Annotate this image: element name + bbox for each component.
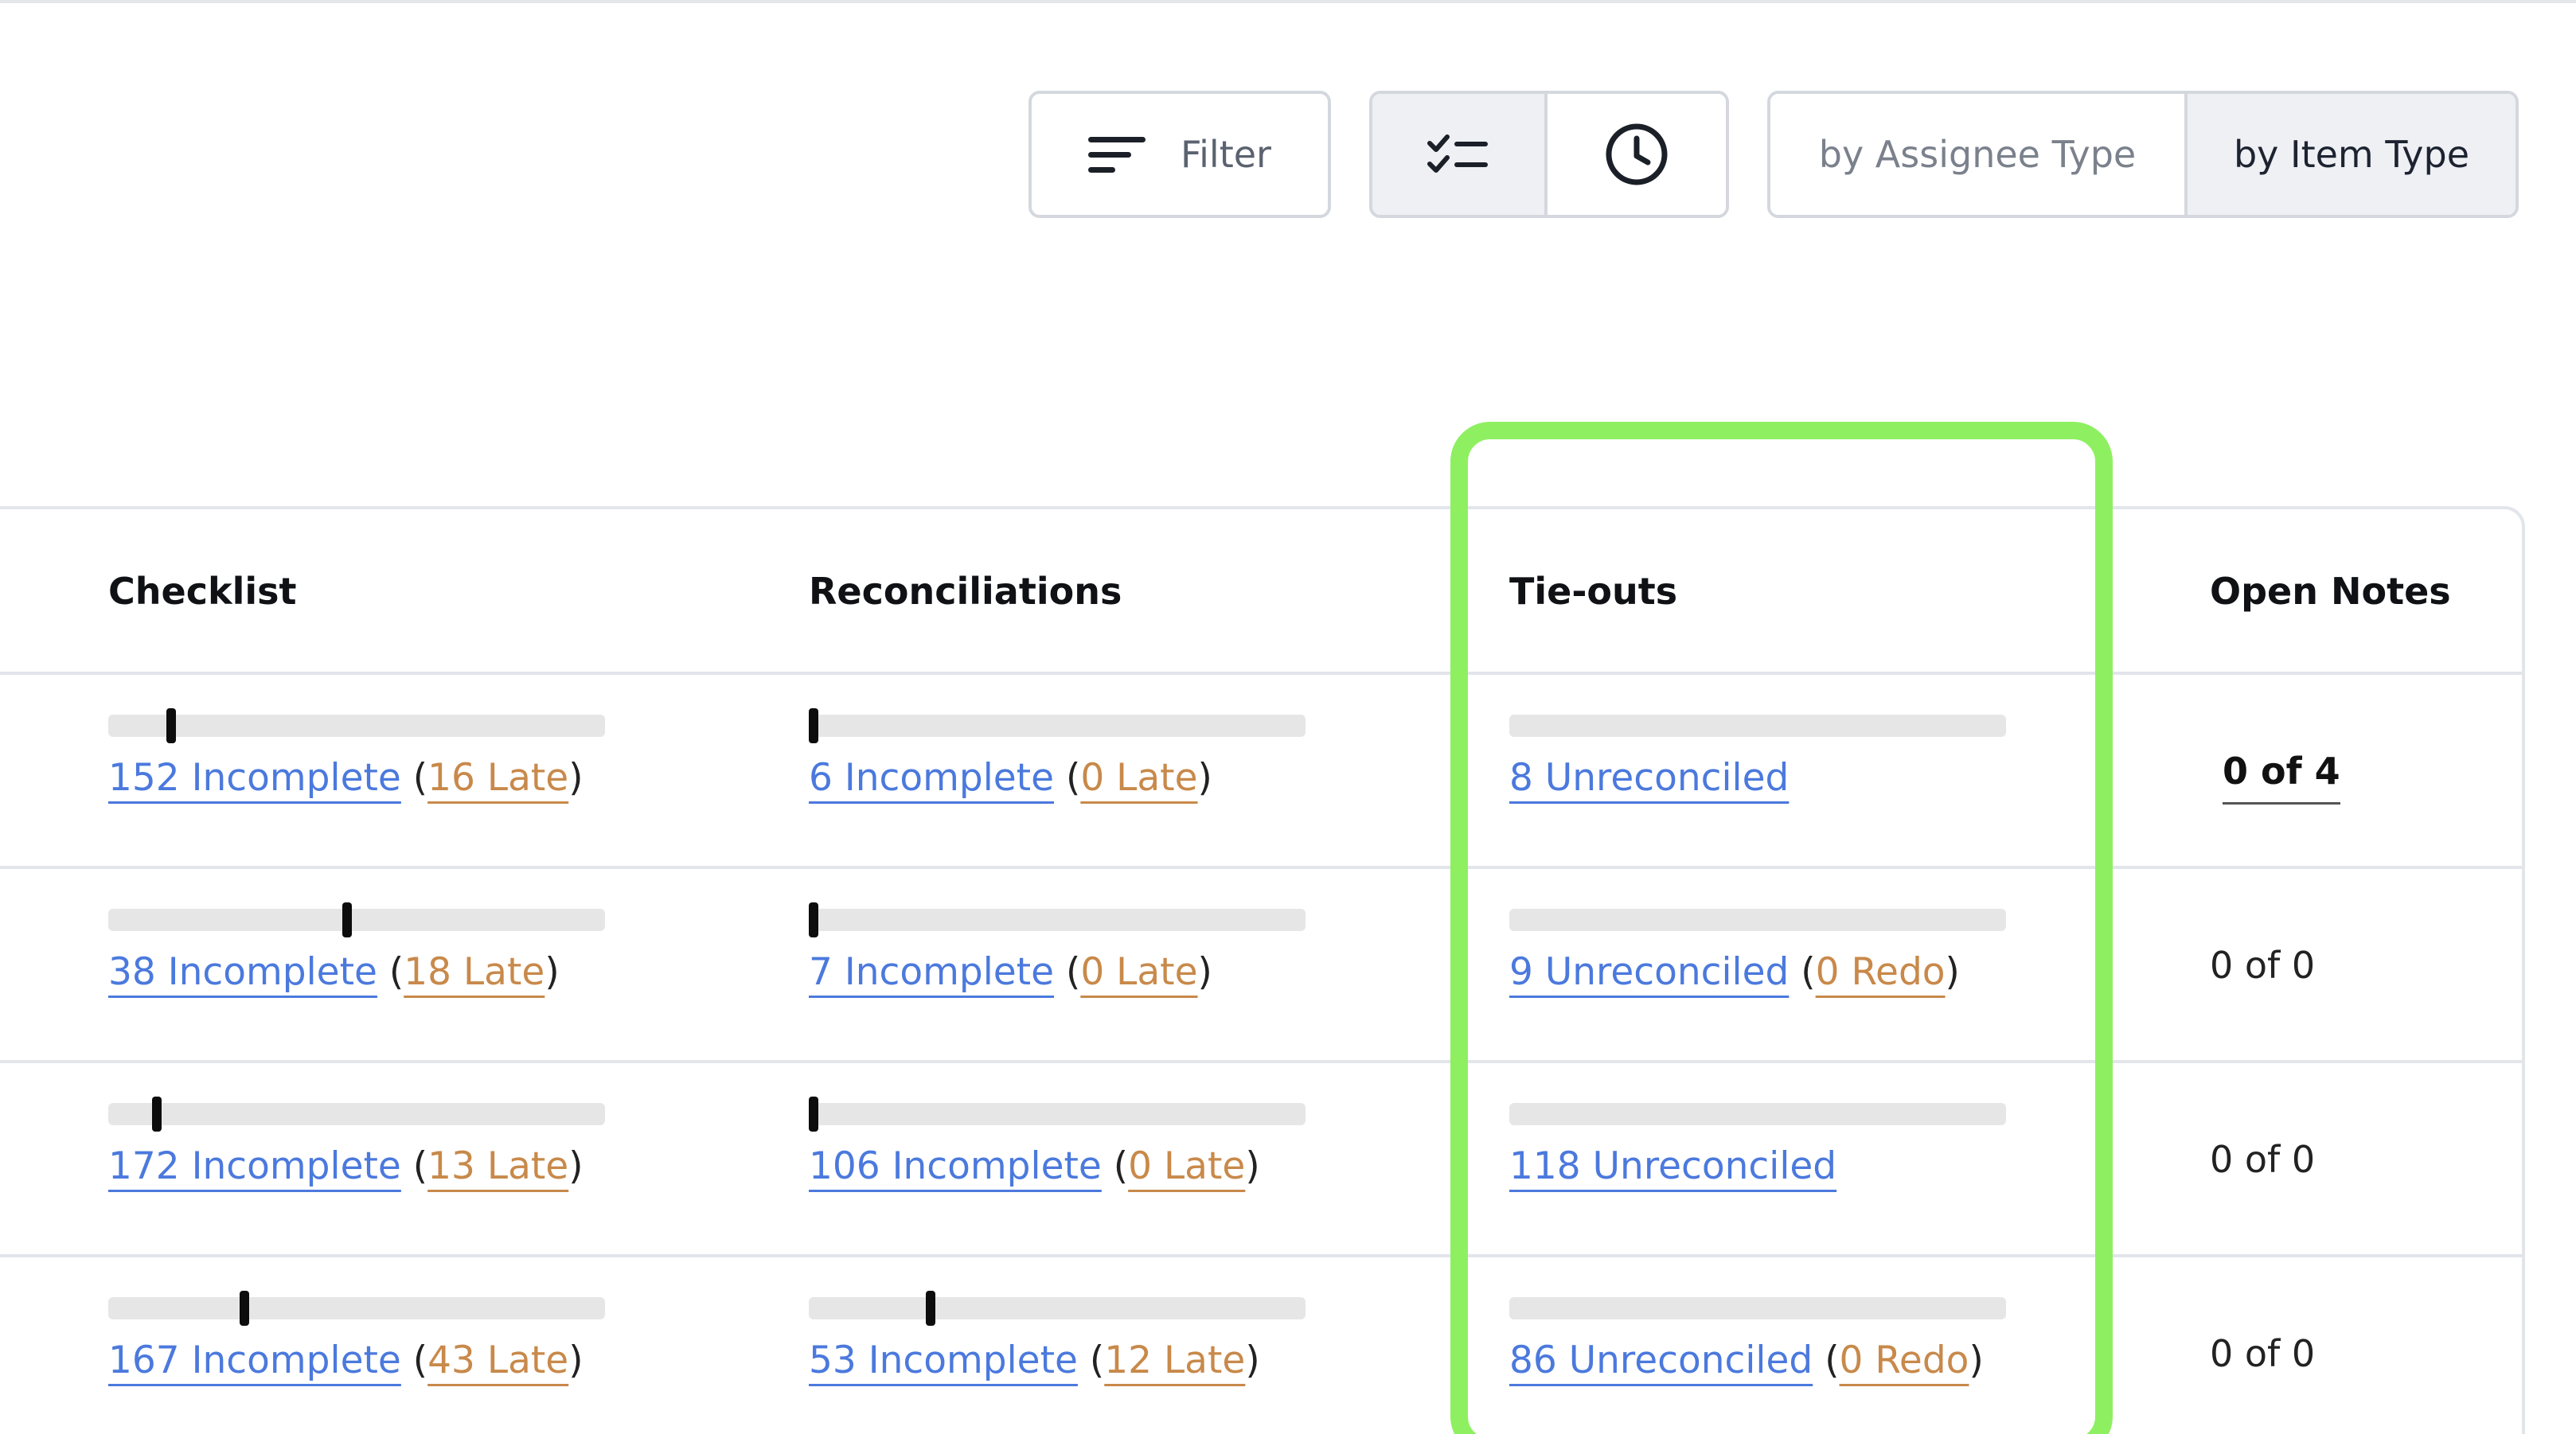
unreconciled-link[interactable]: 118 Unreconciled — [1509, 1144, 1836, 1188]
checklist-cell: 38 Incomplete (18 Late) — [108, 950, 560, 994]
late-link[interactable]: 12 Late — [1104, 1339, 1245, 1382]
reconciliations-cell: 106 Incomplete (0 Late) — [809, 1144, 1260, 1188]
header-open-notes: Open Notes — [2210, 570, 2451, 613]
late-link[interactable]: 18 Late — [404, 950, 544, 994]
progress-marker — [342, 902, 352, 937]
filter-label: Filter — [1181, 133, 1271, 176]
tie-outs-cell: 8 Unreconciled — [1509, 756, 1789, 800]
progress-marker — [152, 1097, 162, 1132]
checklist-cell: 172 Incomplete (13 Late) — [108, 1144, 584, 1188]
timeline-view-button[interactable] — [1548, 94, 1726, 215]
tie-outs-cell: 86 Unreconciled (0 Redo) — [1509, 1339, 1984, 1382]
incomplete-link[interactable]: 106 Incomplete — [809, 1144, 1102, 1188]
filter-button[interactable]: Filter — [1028, 91, 1331, 218]
row-divider — [0, 866, 2525, 869]
row-divider — [0, 1254, 2525, 1257]
unreconciled-link[interactable]: 86 Unreconciled — [1509, 1339, 1813, 1382]
open-notes-value: 0 of 0 — [2210, 1332, 2316, 1375]
open-notes-value: 0 of 0 — [2210, 944, 2316, 987]
reconciliations-cell: 7 Incomplete (0 Late) — [809, 950, 1212, 994]
tie-outs-progress-bar — [1509, 715, 2006, 737]
incomplete-link[interactable]: 7 Incomplete — [809, 950, 1054, 994]
group-by-item-button[interactable]: by Item Type — [2188, 94, 2516, 215]
progress-marker — [809, 708, 818, 743]
incomplete-link[interactable]: 172 Incomplete — [108, 1144, 401, 1188]
tie-outs-cell: 9 Unreconciled (0 Redo) — [1509, 950, 1960, 994]
unreconciled-link[interactable]: 8 Unreconciled — [1509, 756, 1789, 800]
row-divider — [0, 1060, 2525, 1063]
reconciliations-progress-bar — [809, 902, 1306, 937]
late-link[interactable]: 16 Late — [427, 756, 568, 800]
late-link[interactable]: 13 Late — [427, 1144, 568, 1188]
header-checklist: Checklist — [108, 570, 297, 613]
group-by-toggle: by Assignee Type by Item Type — [1767, 91, 2519, 218]
clock-icon — [1606, 123, 1668, 185]
redo-link[interactable]: 0 Redo — [1840, 1339, 1969, 1382]
redo-link[interactable]: 0 Redo — [1816, 950, 1946, 994]
tie-outs-progress-bar — [1509, 909, 2006, 931]
reconciliations-progress-bar — [809, 1097, 1306, 1132]
group-by-assignee-button[interactable]: by Assignee Type — [1770, 94, 2188, 215]
incomplete-link[interactable]: 38 Incomplete — [108, 950, 377, 994]
incomplete-link[interactable]: 6 Incomplete — [809, 756, 1054, 800]
reconciliations-progress-bar — [809, 1291, 1306, 1326]
progress-marker — [809, 902, 818, 937]
view-toggle — [1369, 91, 1729, 218]
unreconciled-link[interactable]: 9 Unreconciled — [1509, 950, 1789, 994]
filter-lines-icon — [1088, 136, 1146, 173]
checklist-progress-bar — [108, 1291, 605, 1326]
late-link[interactable]: 43 Late — [427, 1339, 568, 1382]
incomplete-link[interactable]: 167 Incomplete — [108, 1339, 401, 1382]
reconciliations-progress-bar — [809, 708, 1306, 743]
open-notes-link[interactable]: 0 of 4 — [2223, 750, 2340, 805]
late-link[interactable]: 0 Late — [1080, 756, 1197, 800]
reconciliations-cell: 6 Incomplete (0 Late) — [809, 756, 1212, 800]
open-notes-value: 0 of 0 — [2210, 1138, 2316, 1181]
checklist-cell: 167 Incomplete (43 Late) — [108, 1339, 584, 1382]
late-link[interactable]: 0 Late — [1080, 950, 1197, 994]
checklist-icon — [1427, 134, 1488, 173]
tie-outs-progress-bar — [1509, 1103, 2006, 1125]
incomplete-link[interactable]: 152 Incomplete — [108, 756, 401, 800]
checklist-progress-bar — [108, 708, 605, 743]
checklist-progress-bar — [108, 1097, 605, 1132]
late-link[interactable]: 0 Late — [1128, 1144, 1245, 1188]
checklist-view-button[interactable] — [1372, 94, 1548, 215]
header-tie-outs: Tie-outs — [1509, 570, 1678, 613]
progress-marker — [926, 1291, 935, 1326]
progress-marker — [809, 1097, 818, 1132]
reconciliations-cell: 53 Incomplete (12 Late) — [809, 1339, 1260, 1382]
top-divider — [0, 0, 2576, 3]
checklist-progress-bar — [108, 902, 605, 937]
tie-outs-progress-bar — [1509, 1297, 2006, 1319]
checklist-cell: 152 Incomplete (16 Late) — [108, 756, 584, 800]
progress-marker — [240, 1291, 249, 1326]
incomplete-link[interactable]: 53 Incomplete — [809, 1339, 1078, 1382]
header-reconciliations: Reconciliations — [809, 570, 1122, 613]
tie-outs-cell: 118 Unreconciled — [1509, 1144, 1836, 1188]
progress-marker — [166, 708, 176, 743]
row-divider — [0, 672, 2525, 675]
